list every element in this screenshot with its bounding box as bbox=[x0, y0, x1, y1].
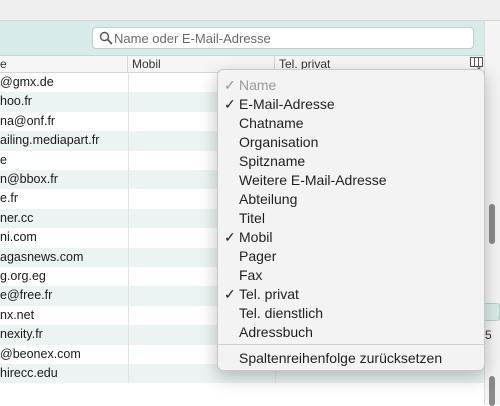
menu-item-label: Organisation bbox=[239, 134, 319, 150]
menu-item-label: Tel. dienstlich bbox=[239, 305, 324, 321]
menu-item-label: Spaltenreihenfolge zurücksetzen bbox=[239, 350, 443, 366]
search-placeholder: Name oder E-Mail-Adresse bbox=[114, 31, 271, 46]
email-cell: nx.net bbox=[0, 305, 129, 326]
email-cell: agasnews.com bbox=[0, 247, 129, 267]
menu-item-label: E-Mail-Adresse bbox=[239, 96, 335, 112]
email-cell: na@onf.fr bbox=[0, 111, 129, 132]
menu-item-department[interactable]: Abteilung bbox=[218, 190, 484, 209]
menu-item-label: Titel bbox=[239, 210, 265, 226]
menu-item-home-phone[interactable]: ✓ Tel. privat bbox=[218, 285, 484, 304]
email-cell: e bbox=[0, 150, 129, 170]
side-panel-button[interactable] bbox=[483, 303, 500, 321]
menu-item-mobile[interactable]: ✓ Mobil bbox=[218, 228, 484, 247]
menu-item-label: Spitzname bbox=[239, 153, 306, 169]
email-cell: n@bbox.fr bbox=[0, 170, 129, 190]
email-cell: nexity.fr bbox=[0, 325, 129, 345]
menu-item-pager[interactable]: Pager bbox=[218, 247, 484, 266]
menu-item-title[interactable]: Titel bbox=[218, 209, 484, 228]
menu-item-label: Name bbox=[239, 77, 277, 93]
email-cell: ailing.mediapart.fr bbox=[0, 131, 129, 151]
menu-item-nickname[interactable]: Spitzname bbox=[218, 152, 484, 171]
email-cell: e.fr bbox=[0, 189, 129, 209]
checkmark-icon: ✓ bbox=[224, 286, 236, 302]
checkmark-icon: ✓ bbox=[224, 229, 236, 245]
vertical-scrollbar[interactable] bbox=[484, 21, 500, 406]
menu-item-addressbook[interactable]: Adressbuch bbox=[218, 323, 484, 342]
menu-item-label: Chatname bbox=[239, 115, 304, 131]
scrollbar-thumb[interactable] bbox=[489, 204, 495, 244]
search-icon bbox=[99, 31, 113, 45]
email-cell: hirecc.edu bbox=[0, 364, 129, 384]
menu-item-secondary-email[interactable]: Weitere E-Mail-Adresse bbox=[218, 171, 484, 190]
menu-item-fax[interactable]: Fax bbox=[218, 266, 484, 285]
checkmark-icon: ✓ bbox=[224, 77, 236, 93]
menu-item-label: Fax bbox=[239, 267, 263, 283]
column-header-email[interactable]: e bbox=[0, 56, 128, 72]
checkmark-icon: ✓ bbox=[224, 96, 236, 112]
menu-item-chatname[interactable]: Chatname bbox=[218, 114, 484, 133]
email-cell: hoo.fr bbox=[0, 92, 129, 112]
column-picker-menu: ✓ Name ✓ E-Mail-Adresse Chatname Organisat… bbox=[217, 69, 485, 371]
email-cell: @beonex.com bbox=[0, 344, 129, 364]
menu-item-email[interactable]: ✓ E-Mail-Adresse bbox=[218, 95, 484, 114]
menu-item-label: Abteilung bbox=[239, 191, 298, 207]
menu-separator bbox=[218, 344, 484, 345]
menu-item-work-phone[interactable]: Tel. dienstlich bbox=[218, 304, 484, 323]
menu-item-label: Weitere E-Mail-Adresse bbox=[239, 172, 387, 188]
side-panel-number: 5 bbox=[485, 328, 492, 342]
email-cell: ni.com bbox=[0, 228, 129, 248]
menu-item-label: Tel. privat bbox=[239, 286, 299, 302]
menu-item-label: Adressbuch bbox=[239, 324, 313, 340]
email-cell: e@free.fr bbox=[0, 286, 129, 306]
menu-item-reset-column-order[interactable]: Spaltenreihenfolge zurücksetzen bbox=[218, 349, 484, 368]
toolbar: Name oder E-Mail-Adresse bbox=[0, 21, 484, 56]
search-input[interactable]: Name oder E-Mail-Adresse bbox=[92, 27, 474, 49]
email-cell: ner.cc bbox=[0, 208, 129, 229]
email-cell: g.org.eg bbox=[0, 267, 129, 287]
window-top-bar bbox=[0, 0, 500, 21]
menu-item-label: Mobil bbox=[239, 229, 273, 245]
menu-item-label: Pager bbox=[239, 248, 277, 264]
scrollbar-thumb-lower[interactable] bbox=[489, 376, 495, 406]
menu-item-name: ✓ Name bbox=[218, 76, 484, 95]
menu-item-organisation[interactable]: Organisation bbox=[218, 133, 484, 152]
email-cell: @gmx.de bbox=[0, 73, 129, 93]
